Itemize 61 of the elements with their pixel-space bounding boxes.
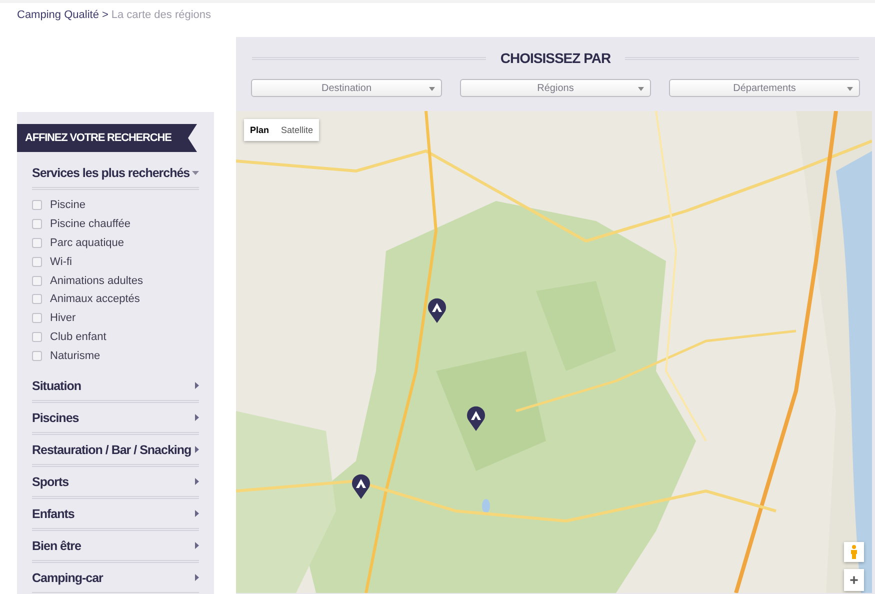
- map-type-tab[interactable]: Plan: [244, 119, 276, 141]
- caret-icon: [195, 542, 199, 550]
- section-label: Camping-car: [32, 570, 103, 585]
- breadcrumb-current: La carte des régions: [111, 9, 212, 23]
- caret-icon: [195, 446, 199, 454]
- map[interactable]: Plan Satellite +: [236, 111, 872, 593]
- breadcrumb-link[interactable]: Camping Qualité: [17, 9, 99, 31]
- checkbox[interactable]: [32, 219, 42, 230]
- option-label: Parc aquatique: [50, 236, 124, 249]
- option-label: Wi-fi: [50, 256, 72, 268]
- filter-section-header[interactable]: Piscines: [32, 403, 199, 436]
- section-label: Sports: [32, 474, 69, 489]
- option-label: Hiver: [50, 312, 76, 324]
- checkbox[interactable]: [32, 350, 42, 361]
- section-label: Bien être: [32, 538, 81, 553]
- caret-icon: [195, 382, 199, 390]
- caret-icon: [195, 510, 199, 518]
- breadcrumb-separator: >: [102, 9, 108, 23]
- option-label: Naturisme: [50, 350, 100, 362]
- map-marker-icon[interactable]: [351, 473, 371, 499]
- caret-icon: [847, 87, 853, 91]
- filter-section-header[interactable]: Bien être: [32, 531, 199, 564]
- filter-section-header[interactable]: Sports: [32, 467, 199, 500]
- filter-section-header[interactable]: Restauration / Bar / Snacking: [32, 435, 199, 468]
- section-label: Services les plus recherchés: [32, 166, 190, 180]
- map-marker-icon[interactable]: [466, 405, 486, 431]
- section-label: Piscines: [32, 410, 79, 425]
- dropdown[interactable]: Départements: [669, 79, 860, 97]
- option-label: Animaux acceptés: [50, 293, 140, 306]
- sidebar-title: AFFINEZ VOTRE RECHERCHE: [17, 124, 197, 152]
- caret-icon: [195, 478, 199, 486]
- checkbox[interactable]: [32, 256, 42, 267]
- dropdown[interactable]: Régions: [460, 79, 651, 97]
- checkbox[interactable]: [32, 276, 42, 286]
- section-label: Restauration / Bar / Snacking: [32, 442, 192, 457]
- section-label: Situation: [32, 378, 81, 393]
- option-label: Club enfant: [50, 330, 106, 343]
- checkbox[interactable]: [32, 332, 42, 342]
- section-label: Enfants: [32, 506, 74, 521]
- checkbox[interactable]: [32, 200, 42, 210]
- map-marker-icon[interactable]: [427, 297, 447, 323]
- caret-icon: [429, 87, 435, 91]
- caret-icon: [195, 414, 199, 422]
- filter-section-header[interactable]: Enfants: [32, 499, 199, 532]
- map-type-tab[interactable]: Satellite: [275, 119, 320, 141]
- checkbox[interactable]: [32, 294, 42, 304]
- zoom-in-button[interactable]: +: [844, 569, 864, 591]
- option-label: Piscine chauffée: [50, 218, 131, 230]
- chooser-title: CHOISISSEZ PAR: [500, 50, 611, 66]
- option-label: Animations adultes: [50, 274, 143, 287]
- caret-icon: [195, 574, 199, 582]
- filter-section-header[interactable]: Situation: [32, 371, 199, 404]
- checkbox[interactable]: [32, 313, 42, 324]
- dropdown[interactable]: Destination: [251, 79, 442, 97]
- caret-icon: [192, 170, 199, 174]
- checkbox[interactable]: [32, 238, 42, 248]
- filter-section-header[interactable]: Camping-car: [32, 563, 199, 594]
- caret-icon: [638, 87, 644, 91]
- filter-section-header[interactable]: Services les plus recherchés: [32, 158, 199, 190]
- option-label: Piscine: [50, 199, 86, 212]
- pegman-icon[interactable]: [844, 542, 864, 562]
